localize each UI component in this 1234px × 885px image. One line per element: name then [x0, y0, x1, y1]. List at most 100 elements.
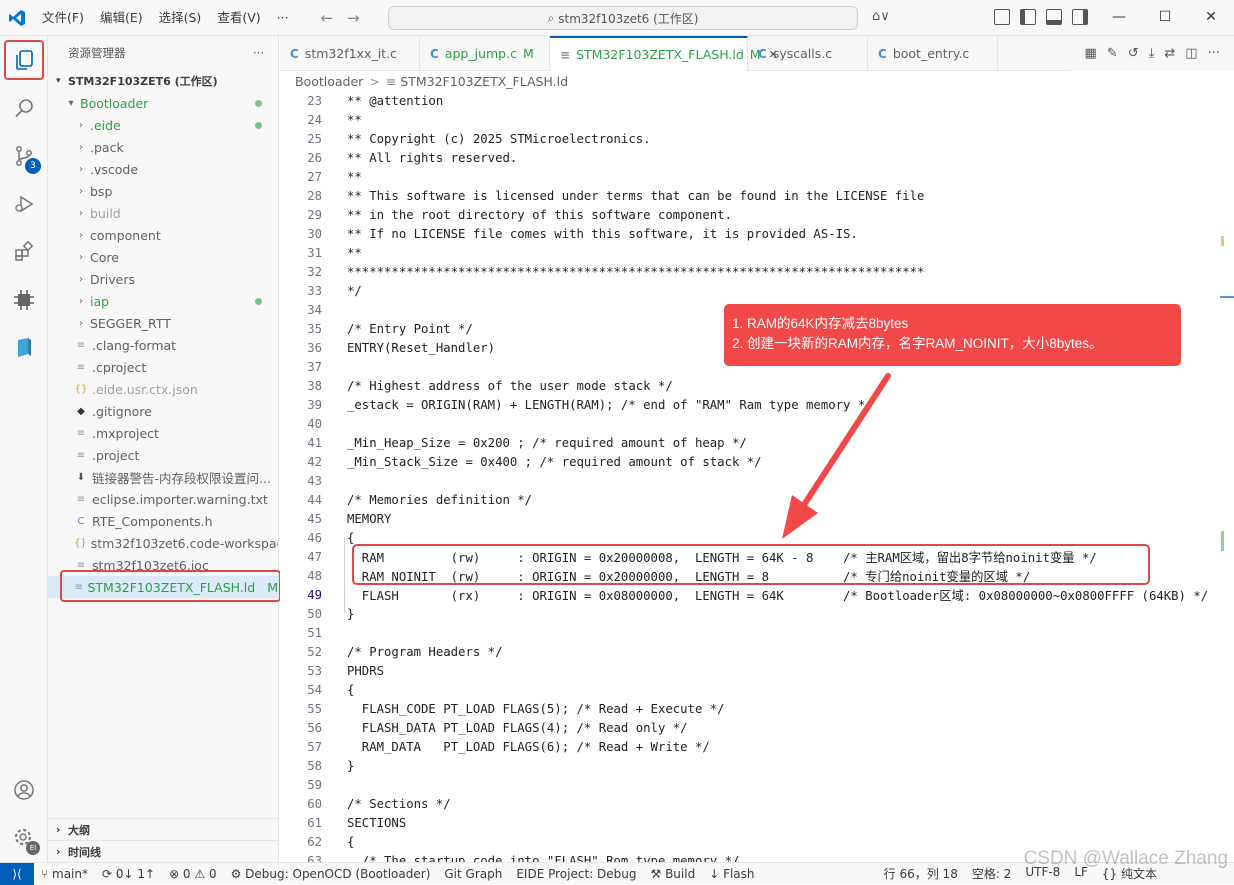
editor-tab[interactable]: ≡ STM32F103ZETX_FLASH.ld M ✕: [550, 36, 778, 71]
code-line[interactable]: 32 **************************************…: [280, 262, 1234, 281]
tree-folder[interactable]: › SEGGER_RTT: [48, 312, 278, 334]
code-line[interactable]: 50}: [280, 604, 1234, 623]
compare-changes-icon[interactable]: ⇄: [1164, 46, 1175, 61]
remote-icon[interactable]: ⟩⟨: [0, 862, 34, 885]
source-control-icon[interactable]: 3: [0, 132, 48, 180]
code-line[interactable]: 52 /* Program Headers */: [280, 642, 1234, 661]
tree-folder[interactable]: › .eide: [48, 114, 278, 136]
tree-file[interactable]: ≡ .project: [48, 444, 278, 466]
indentation[interactable]: 空格: 2: [965, 865, 1019, 882]
code-line[interactable]: 44 /* Memories definition */: [280, 490, 1234, 509]
customize-layout-icon[interactable]: [994, 9, 1010, 25]
git-branch[interactable]: ⑂ main*: [34, 867, 95, 881]
code-line[interactable]: 56 FLASH_DATA PT_LOAD FLAGS(4); /* Read …: [280, 718, 1234, 737]
menu-item[interactable]: 文件(F): [34, 0, 92, 36]
forward-arrow-icon[interactable]: →: [347, 9, 360, 27]
code-line[interactable]: 23 ** @attention: [280, 91, 1234, 110]
search-view-icon[interactable]: [0, 84, 48, 132]
code-line[interactable]: 38 /* Highest address of the user mode st…: [280, 376, 1234, 395]
timeline-section[interactable]: › 时间线: [48, 840, 279, 862]
code-line[interactable]: 60 /* Sections */: [280, 794, 1234, 813]
toggle-sidebar-icon[interactable]: [1020, 9, 1036, 25]
code-line[interactable]: 29 ** in the root directory of this softw…: [280, 205, 1234, 224]
tree-file[interactable]: ≡ .mxproject: [48, 422, 278, 444]
code-line[interactable]: 42 _Min_Stack_Size = 0x400 ; /* required …: [280, 452, 1234, 471]
tree-folder[interactable]: › Drivers: [48, 268, 278, 290]
code-line[interactable]: 54 {: [280, 680, 1234, 699]
tree-folder[interactable]: › .pack: [48, 136, 278, 158]
toggle-secondary-sidebar-icon[interactable]: [1072, 9, 1088, 25]
manage-gear-icon[interactable]: EI: [0, 814, 48, 862]
history-icon[interactable]: ↺: [1128, 46, 1139, 61]
split-editor-icon[interactable]: ◫: [1185, 46, 1197, 61]
tree-folder[interactable]: › component: [48, 224, 278, 246]
tree-file[interactable]: C RTE_Components.h: [48, 510, 278, 532]
tree-folder[interactable]: › bsp: [48, 180, 278, 202]
clean-brush-icon[interactable]: ✎: [1107, 46, 1118, 61]
minimize-icon[interactable]: —: [1096, 0, 1142, 34]
toggle-panel-icon[interactable]: [1046, 9, 1062, 25]
code-line[interactable]: 55 FLASH_CODE PT_LOAD FLAGS(5); /* Read …: [280, 699, 1234, 718]
more-actions-icon[interactable]: ···: [1208, 46, 1220, 61]
run-debug-icon[interactable]: [0, 180, 48, 228]
editor-tab[interactable]: Cstm32f1xx_it.c: [280, 36, 420, 71]
tree-file[interactable]: {} .eide.usr.ctx.json: [48, 378, 278, 400]
eide-project-button[interactable]: EIDE Project: Debug: [509, 867, 643, 881]
build-button[interactable]: ⚒ Build: [643, 867, 702, 881]
command-center-search[interactable]: ⌕ stm32f103zet6 (工作区): [388, 6, 858, 30]
close-window-icon[interactable]: ✕: [1188, 0, 1234, 34]
tree-folder[interactable]: › .vscode: [48, 158, 278, 180]
tree-folder[interactable]: › iap: [48, 290, 278, 312]
tree-file[interactable]: ≡ .cproject: [48, 356, 278, 378]
breadcrumb-folder[interactable]: Bootloader: [295, 74, 363, 89]
cursor-position[interactable]: 行 66，列 18: [877, 865, 965, 882]
menu-item[interactable]: ···: [269, 0, 297, 36]
tree-file[interactable]: {} stm32f103zet6.code-workspace: [48, 532, 278, 554]
tree-file[interactable]: ≡ eclipse.importer.warning.txt: [48, 488, 278, 510]
tree-file[interactable]: ≡ .clang-format: [48, 334, 278, 356]
tree-folder[interactable]: › build: [48, 202, 278, 224]
menu-item[interactable]: 查看(V): [209, 0, 268, 36]
code-line[interactable]: 43: [280, 471, 1234, 490]
code-line[interactable]: 30 ** If no LICENSE file comes with this …: [280, 224, 1234, 243]
eide-chip-icon[interactable]: [0, 276, 48, 324]
tree-file[interactable]: ⬇ 链接器警告-内存段权限设置问...: [48, 466, 278, 488]
code-line[interactable]: 27 **: [280, 167, 1234, 186]
code-line[interactable]: 41 _Min_Heap_Size = 0x200 ; /* required a…: [280, 433, 1234, 452]
download-icon[interactable]: ⤓: [1149, 46, 1155, 61]
book-icon[interactable]: [0, 324, 48, 372]
code-line[interactable]: 53 PHDRS: [280, 661, 1234, 680]
code-line[interactable]: 24 **: [280, 110, 1234, 129]
extensions-icon[interactable]: [0, 228, 48, 276]
editor-tab[interactable]: Cboot_entry.c: [868, 36, 998, 71]
code-line[interactable]: 59: [280, 775, 1234, 794]
editor-tab[interactable]: Csyscalls.c: [748, 36, 868, 71]
eide-build-icon[interactable]: ▦: [1085, 46, 1097, 61]
outline-section[interactable]: › 大纲: [48, 818, 279, 840]
explorer-more-actions[interactable]: ···: [253, 46, 264, 60]
code-line[interactable]: 57 RAM_DATA PT_LOAD FLAGS(6); /* Read + …: [280, 737, 1234, 756]
accounts-icon[interactable]: [0, 766, 48, 814]
copilot-icon[interactable]: ⌂∨: [872, 9, 890, 24]
code-line[interactable]: 28 ** This software is licensed under ter…: [280, 186, 1234, 205]
code-line[interactable]: 26 ** All rights reserved.: [280, 148, 1234, 167]
git-sync[interactable]: ⟳ 0↓ 1↑: [95, 867, 162, 881]
code-line[interactable]: 25 ** Copyright (c) 2025 STMicroelectroni…: [280, 129, 1234, 148]
code-line[interactable]: 49 FLASH (rx) : ORIGIN = 0x08000000, LEN…: [280, 585, 1234, 604]
workspace-root[interactable]: ▾ STM32F103ZET6 (工作区): [48, 70, 278, 92]
code-line[interactable]: 45 MEMORY: [280, 509, 1234, 528]
code-editor[interactable]: 63 /* The startup code into "FLASH" Rom …: [280, 91, 1234, 862]
tree-folder[interactable]: › Core: [48, 246, 278, 268]
back-arrow-icon[interactable]: ←: [321, 9, 334, 27]
breadcrumb-file[interactable]: STM32F103ZETX_FLASH.ld: [400, 74, 568, 89]
menu-item[interactable]: 编辑(E): [92, 0, 151, 36]
explorer-icon[interactable]: [4, 40, 44, 80]
maximize-icon[interactable]: ☐: [1142, 0, 1188, 34]
code-line[interactable]: 33 */: [280, 281, 1234, 300]
code-line[interactable]: 58}: [280, 756, 1234, 775]
code-line[interactable]: 40: [280, 414, 1234, 433]
git-graph-button[interactable]: Git Graph: [437, 867, 509, 881]
code-line[interactable]: 61 SECTIONS: [280, 813, 1234, 832]
tree-folder[interactable]: ▾ Bootloader: [48, 92, 278, 114]
debug-config[interactable]: ⚙ Debug: OpenOCD (Bootloader): [224, 867, 438, 881]
